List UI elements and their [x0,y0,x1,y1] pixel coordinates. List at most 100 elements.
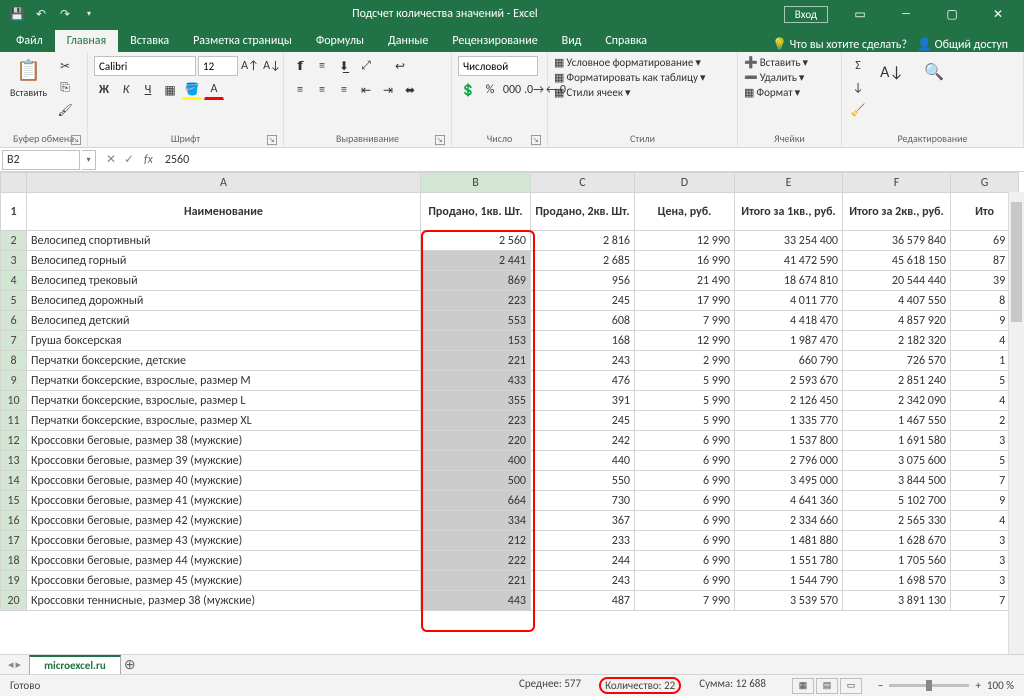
cell[interactable]: 6 990 [635,531,735,551]
indent-dec-icon[interactable]: ⇤ [356,80,376,100]
italic-icon[interactable]: К [116,80,136,100]
find-select-button[interactable]: 🔍 [916,56,952,88]
cell[interactable]: 223 [421,291,531,311]
sheet-nav-prev-icon[interactable]: ◂ [8,658,14,671]
cell[interactable]: 244 [531,551,635,571]
cell[interactable]: 2 685 [531,251,635,271]
sheet-tab[interactable]: microexcel.ru [29,655,121,674]
cell[interactable]: 500 [421,471,531,491]
cell[interactable]: 245 [531,411,635,431]
minimize-icon[interactable]: ― [884,0,928,28]
cell[interactable]: 367 [531,511,635,531]
cell[interactable]: 6 990 [635,511,735,531]
tellme[interactable]: 💡 Что вы хотите сделать? [772,37,907,52]
cell[interactable]: 7 990 [635,311,735,331]
cell[interactable]: Велосипед горный [27,251,421,271]
cell[interactable]: 12 990 [635,231,735,251]
cell[interactable]: 476 [531,371,635,391]
cell[interactable]: 334 [421,511,531,531]
row-header-9[interactable]: 9 [1,371,27,391]
close-icon[interactable]: ✕ [976,0,1020,28]
zoom-out-icon[interactable]: − [878,679,883,692]
number-dialog-icon[interactable]: ↘ [531,135,541,145]
col-header-F[interactable]: F [843,173,951,193]
merge-icon[interactable]: ⬌ [400,80,420,100]
align-right-icon[interactable]: ≡ [334,80,354,100]
row-header-16[interactable]: 16 [1,511,27,531]
cell[interactable]: Велосипед детский [27,311,421,331]
enter-formula-icon[interactable]: ✓ [122,152,136,167]
cell[interactable]: 45 618 150 [843,251,951,271]
align-center-icon[interactable]: ≡ [312,80,332,100]
cell[interactable]: 1 467 550 [843,411,951,431]
cell[interactable]: 3 495 000 [735,471,843,491]
tab-home[interactable]: Главная [55,30,118,52]
row-header-15[interactable]: 15 [1,491,27,511]
currency-icon[interactable]: 💲 [458,80,478,100]
cell[interactable]: 243 [531,571,635,591]
cell[interactable]: 36 579 840 [843,231,951,251]
font-size-input[interactable] [198,56,238,76]
bold-icon[interactable]: Ж [94,80,114,100]
cell[interactable]: 6 990 [635,431,735,451]
col-header-B[interactable]: B [421,173,531,193]
cell[interactable]: 5 102 700 [843,491,951,511]
table-header-cell[interactable]: Продано, 2кв. Шт. [531,193,635,231]
ribbon-display-icon[interactable]: ▭ [838,0,882,28]
cell[interactable]: 7 990 [635,591,735,611]
cell[interactable]: 2 560 [421,231,531,251]
delete-cells-button[interactable]: ➖ Удалить ▾ [744,71,804,84]
maximize-icon[interactable]: ▢ [930,0,974,28]
align-bottom-icon[interactable]: ⬇̲ [334,56,354,76]
orientation-icon[interactable]: ⤢ [356,56,376,76]
row-header-5[interactable]: 5 [1,291,27,311]
cell[interactable]: 12 990 [635,331,735,351]
view-layout-icon[interactable]: ▤ [816,678,838,694]
cell[interactable]: 221 [421,351,531,371]
cell[interactable]: 222 [421,551,531,571]
row-header-13[interactable]: 13 [1,451,27,471]
cell[interactable]: 4 418 470 [735,311,843,331]
cond-format-button[interactable]: ▦ Условное форматирование ▾ [554,56,701,69]
tab-review[interactable]: Рецензирование [440,30,549,52]
cell[interactable]: 4 011 770 [735,291,843,311]
format-painter-icon[interactable]: 🖌 [55,100,75,120]
cell[interactable]: 2 441 [421,251,531,271]
sheet-nav-next-icon[interactable]: ▸ [16,658,22,671]
cell[interactable]: 1 698 570 [843,571,951,591]
cell[interactable]: 18 674 810 [735,271,843,291]
add-sheet-icon[interactable]: ⊕ [121,656,139,673]
cell[interactable]: 1 537 800 [735,431,843,451]
cell[interactable]: 17 990 [635,291,735,311]
cell[interactable]: 220 [421,431,531,451]
cell[interactable]: 726 570 [843,351,951,371]
cell[interactable]: 3 075 600 [843,451,951,471]
cell[interactable]: Груша боксерская [27,331,421,351]
cell[interactable]: 6 990 [635,471,735,491]
login-button[interactable]: Вход [784,6,828,23]
cell[interactable]: 243 [531,351,635,371]
col-header-A[interactable]: A [27,173,421,193]
cell[interactable]: 2 182 320 [843,331,951,351]
row-header-12[interactable]: 12 [1,431,27,451]
clear-icon[interactable]: 🧹 [848,100,868,120]
inc-decimal-icon[interactable]: .0→ [524,80,544,100]
formula-input[interactable]: 2560 [159,153,1024,167]
select-all-corner[interactable] [1,173,27,193]
tab-insert[interactable]: Вставка [118,30,181,52]
cell[interactable]: 16 990 [635,251,735,271]
row-header-19[interactable]: 19 [1,571,27,591]
cell[interactable]: 1 551 780 [735,551,843,571]
cell[interactable]: 2 342 090 [843,391,951,411]
view-normal-icon[interactable]: ▦ [792,678,814,694]
copy-icon[interactable]: ⎘ [55,78,75,98]
zoom-slider[interactable] [889,684,969,687]
cell[interactable]: Перчатки боксерские, взрослые, размер L [27,391,421,411]
cell[interactable]: 1 544 790 [735,571,843,591]
underline-icon[interactable]: Ч [138,80,158,100]
tab-data[interactable]: Данные [376,30,440,52]
col-header-C[interactable]: C [531,173,635,193]
cell[interactable]: 6 990 [635,491,735,511]
cell[interactable]: Кроссовки беговые, размер 41 (мужские) [27,491,421,511]
cell[interactable]: 400 [421,451,531,471]
